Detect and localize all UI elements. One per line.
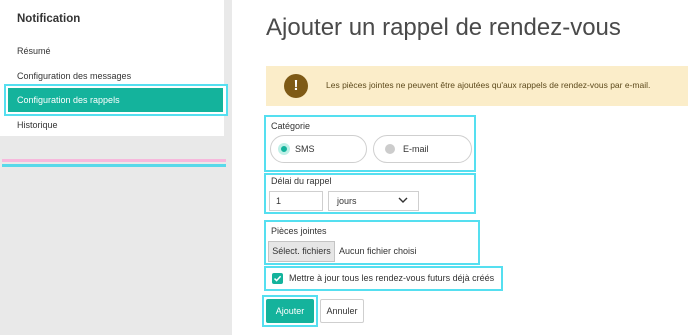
category-label: Catégorie (271, 121, 311, 131)
sidebar-title: Notification (17, 13, 81, 25)
update-future-label: Mettre à jour tous les rendez-vous futur… (289, 273, 495, 283)
sidebar-item-resume[interactable]: Résumé (17, 46, 51, 56)
radio-unchecked-icon (385, 144, 395, 154)
file-status: Aucun fichier choisi (339, 246, 417, 256)
decorative-divider (2, 159, 226, 162)
sidebar-item-message-config[interactable]: Configuration des messages (17, 71, 131, 81)
delay-label: Délai du rappel (271, 176, 332, 186)
notice-text: Les pièces jointes ne peuvent être ajout… (326, 80, 651, 90)
add-button[interactable]: Ajouter (266, 299, 314, 323)
choose-files-button[interactable]: Sélect. fichiers (268, 241, 335, 262)
radio-sms[interactable]: SMS (270, 135, 367, 163)
page-title: Ajouter un rappel de rendez-vous (266, 14, 621, 41)
sidebar-item-reminder-config[interactable]: Configuration des rappels (8, 88, 223, 112)
radio-email[interactable]: E-mail (373, 135, 472, 163)
delay-unit-select[interactable]: jours (328, 191, 419, 211)
warning-icon: ! (284, 74, 308, 98)
radio-email-label: E-mail (403, 144, 429, 154)
sidebar-item-history[interactable]: Historique (17, 120, 58, 130)
checkmark-icon (273, 275, 282, 282)
cancel-button[interactable]: Annuler (320, 299, 364, 323)
radio-checked-icon (278, 143, 290, 155)
attachment-notice: ! Les pièces jointes ne peuvent être ajo… (266, 66, 688, 106)
chevron-down-icon (398, 197, 408, 203)
delay-unit-value: jours (337, 196, 357, 206)
attachments-label: Pièces jointes (271, 226, 327, 236)
delay-value-input[interactable]: 1 (269, 191, 323, 211)
decorative-divider (2, 164, 226, 167)
update-future-checkbox[interactable] (272, 273, 283, 284)
radio-sms-label: SMS (295, 144, 315, 154)
